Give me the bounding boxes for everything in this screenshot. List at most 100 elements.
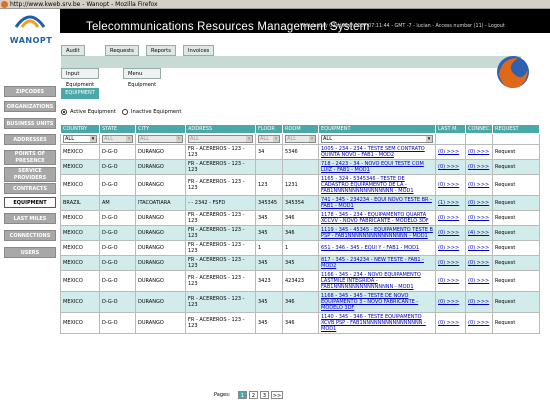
- cell-last-miles[interactable]: (0) >>>: [435, 270, 466, 292]
- table-row: MEXICO D-G-O DURANGO FR - ACEREROS - 123 - …: [60, 291, 540, 313]
- sidebar-item-business-units[interactable]: BUSINESS UNITS: [4, 118, 56, 129]
- tab-requests[interactable]: Requests: [105, 45, 139, 56]
- cell-last-miles[interactable]: (0) >>>: [435, 291, 466, 313]
- city-filter-select[interactable]: ALL: [138, 135, 183, 143]
- cell-request[interactable]: Request: [492, 159, 540, 175]
- equipment-filter-select[interactable]: ALL: [321, 135, 433, 143]
- cell-equipment[interactable]: 1165 - 324 - 5345346 - TESTE DE CADASTRO…: [318, 174, 436, 196]
- col-request: REQUEST: [492, 124, 540, 134]
- country-filter-select[interactable]: ALL: [63, 135, 97, 143]
- cell-last-miles[interactable]: (1) >>>: [435, 195, 466, 211]
- tab-invoices[interactable]: Invoices: [183, 45, 215, 56]
- cell-floor: 345: [255, 210, 283, 226]
- cell-state: D-G-O: [99, 144, 136, 160]
- session-info[interactable]: Wednesday 02nd May 2007 07:11:44 - GMT -…: [300, 24, 505, 29]
- page-2-button[interactable]: 2: [249, 391, 258, 399]
- cell-last-miles[interactable]: (0) >>>: [435, 312, 466, 334]
- cell-request[interactable]: Request: [492, 240, 540, 256]
- cell-equipment[interactable]: 1166 - 345 - 234 - NOVO EQUIPAMENTO LAST…: [318, 270, 436, 292]
- cell-room: 5346: [282, 144, 319, 160]
- active-radio[interactable]: [61, 109, 67, 115]
- cell-request[interactable]: Request: [492, 291, 540, 313]
- cell-equipment[interactable]: 817 - 345 - 234234 - NEW TESTE - FAB1 - …: [318, 255, 436, 271]
- cell-request[interactable]: Request: [492, 312, 540, 334]
- state-filter-select[interactable]: ALL: [102, 135, 133, 143]
- table-row: MEXICO D-G-O DURANGO FR - ACEREROS - 123 - …: [60, 210, 540, 226]
- cell-connections[interactable]: (0) >>>: [465, 291, 493, 313]
- tab-reports[interactable]: Reports: [146, 45, 176, 56]
- sidebar-item-points-of-presence[interactable]: POINTS OF PRESENCE: [4, 150, 56, 165]
- cell-last-miles[interactable]: (0) >>>: [435, 240, 466, 256]
- page-1-button[interactable]: 1: [238, 391, 247, 399]
- pager-label: Pages:: [214, 392, 231, 398]
- cell-floor: 345: [255, 225, 283, 241]
- cell-connections[interactable]: (4) >>>: [465, 225, 493, 241]
- sidebar-item-organizations[interactable]: ORGANIZATIONS: [4, 101, 56, 112]
- tab-audit-trail[interactable]: Audit Trail: [61, 45, 85, 65]
- cell-state: D-G-O: [99, 255, 136, 271]
- cell-floor: 345345: [255, 195, 283, 211]
- inactive-radio[interactable]: [122, 109, 128, 115]
- cell-country: MEXICO: [60, 174, 100, 196]
- floor-filter-select[interactable]: ALL: [258, 135, 280, 143]
- col-address: ADDRESS: [185, 124, 256, 134]
- cell-connections[interactable]: (0) >>>: [465, 210, 493, 226]
- cell-city: ITACOATIARA: [135, 195, 186, 211]
- browser-titlebar: http://www.kweb.srv.be - Wanopt - Mozill…: [0, 0, 550, 9]
- cell-country: MEXICO: [60, 144, 100, 160]
- cell-equipment[interactable]: 1168 - 345 - 345 - TESTE DE NOVO EQUIPAM…: [318, 291, 436, 313]
- cell-last-miles[interactable]: (0) >>>: [435, 255, 466, 271]
- sidebar-item-service-providers[interactable]: SERVICE PROVIDERS: [4, 167, 56, 182]
- sidebar-item-addresses[interactable]: ADDRESSES: [4, 134, 56, 145]
- cell-connections[interactable]: (0) >>>: [465, 174, 493, 196]
- cell-equipment[interactable]: 1140 - 345 - 346 - TESTE EQUIPAMENTO XCV…: [318, 312, 436, 334]
- app-header: Telecommunications Resources Management …: [0, 9, 550, 33]
- firefox-badge-icon: [497, 56, 529, 88]
- cell-last-miles[interactable]: (0) >>>: [435, 174, 466, 196]
- cell-connections[interactable]: (0) >>>: [465, 312, 493, 334]
- cell-request[interactable]: Request: [492, 174, 540, 196]
- cell-equipment[interactable]: 1005 - 234 - 234 - TESTE SEM CONTRATO QU…: [318, 144, 436, 160]
- address-filter-select[interactable]: ALL: [188, 135, 253, 143]
- page-3-button[interactable]: 3: [260, 391, 269, 399]
- cell-last-miles[interactable]: (0) >>>: [435, 144, 466, 160]
- cell-connections[interactable]: (0) >>>: [465, 144, 493, 160]
- sidebar-item-contracts[interactable]: CONTRACTS: [4, 183, 56, 194]
- cell-request[interactable]: Request: [492, 270, 540, 292]
- cell-request[interactable]: Request: [492, 210, 540, 226]
- room-filter-select[interactable]: ALL: [285, 135, 316, 143]
- sidebar-item-users[interactable]: USERS: [4, 247, 56, 258]
- table-row: MEXICO D-G-O DURANGO FR - ACEREROS - 123 - …: [60, 312, 540, 334]
- cell-address: FR - ACEREROS - 123 - 123: [185, 144, 256, 160]
- cell-equipment[interactable]: 651 - 346 - 345 - EQUI Y - FAB1 - MOD1: [318, 240, 436, 256]
- cell-country: BRAZIL: [60, 195, 100, 211]
- cell-last-miles[interactable]: (0) >>>: [435, 225, 466, 241]
- cell-equipment[interactable]: 741 - 345 - 234234 - EQUI NOVO TESTE BR …: [318, 195, 436, 211]
- cell-country: MEXICO: [60, 159, 100, 175]
- cell-request[interactable]: Request: [492, 195, 540, 211]
- equipment-table: COUNTRY STATE CITY ADDRESS FLOOR ROOM EQ…: [60, 124, 540, 334]
- sidebar-item-last-miles[interactable]: LAST MILES: [4, 213, 56, 224]
- cell-equipment[interactable]: 1178 - 345 - 234 - EQUIPAMENTO QUARTA XC…: [318, 210, 436, 226]
- inactive-label: Inactive Equipment: [131, 109, 182, 115]
- cell-last-miles[interactable]: (0) >>>: [435, 210, 466, 226]
- cell-request[interactable]: Request: [492, 255, 540, 271]
- tab-menu-equipment[interactable]: Menu Equipment: [123, 68, 162, 88]
- cell-connections[interactable]: (0) >>>: [465, 159, 493, 175]
- cell-equipment[interactable]: 718 - 2423 - 34 - NOVO EQUI TESTE COM LU…: [318, 159, 436, 175]
- cell-connections[interactable]: (0) >>>: [465, 195, 493, 211]
- tab-input-equipment[interactable]: Input Equipment: [61, 68, 100, 88]
- section-tab-equipment[interactable]: EQUIPMENT: [61, 88, 99, 99]
- next-pages-button[interactable]: >>: [271, 391, 283, 399]
- logo-text: WANOPT: [9, 36, 53, 45]
- cell-connections[interactable]: (0) >>>: [465, 240, 493, 256]
- sidebar-item-zipcodes[interactable]: ZIPCODES: [4, 86, 56, 97]
- sidebar-item-connections[interactable]: CONNECTIONS: [4, 230, 56, 241]
- cell-connections[interactable]: (0) >>>: [465, 270, 493, 292]
- cell-connections[interactable]: (0) >>>: [465, 255, 493, 271]
- cell-request[interactable]: Request: [492, 144, 540, 160]
- cell-equipment[interactable]: 1119 - 345 - 45345 - EQUIPAMENTO TESTE B…: [318, 225, 436, 241]
- cell-request[interactable]: Request: [492, 225, 540, 241]
- sidebar-item-equipment[interactable]: EQUIPMENT: [4, 197, 56, 208]
- cell-last-miles[interactable]: (0) >>>: [435, 159, 466, 175]
